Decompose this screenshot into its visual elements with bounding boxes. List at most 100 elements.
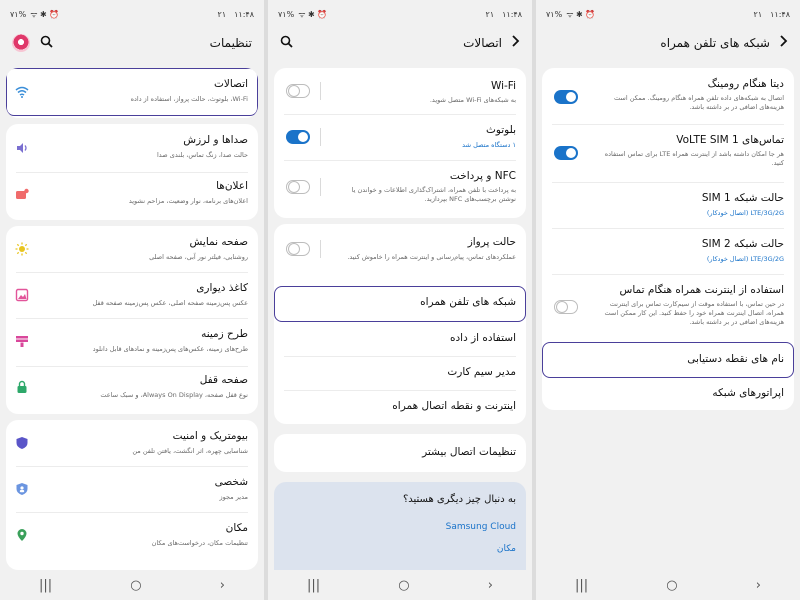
item-subtitle: در حین تماس، با استفاده موقت از سیم‌کارت… [604, 300, 784, 326]
status-bar: ۷۱% ᯤ ✱ ⏰ ۲۱ ۱۱:۴۸ [536, 0, 800, 28]
recents-button[interactable]: ||| [575, 578, 588, 593]
item-subtitle: هر جا امکان داشته باشد از اینترنت همراه … [604, 150, 784, 167]
back-arrow-icon[interactable] [510, 35, 520, 51]
samsung-cloud-link[interactable]: Samsung Cloud [446, 522, 516, 532]
wallpaper-icon [14, 287, 30, 303]
nfc-item[interactable]: NFC و پرداخت به پرداخت با تلفن همراه، اش… [274, 160, 526, 218]
privacy-icon [14, 481, 30, 497]
brightness-icon [14, 241, 30, 257]
location-link[interactable]: مکان [497, 544, 516, 554]
item-subtitle: اتصال به شبکه‌های داده تلفن همراه هنگام … [614, 94, 784, 111]
data-roaming-item[interactable]: دیتا هنگام رومینگ اتصال به شبکه‌های داده… [542, 68, 794, 124]
more-card: تنظیمات اتصال بیشتر [274, 434, 526, 472]
status-time: ۱۱:۴۸ [770, 9, 790, 19]
status-bar: ۷۱% ᯤ ✱ ⏰ ۲۱ ۱۱:۴۸ [0, 0, 264, 28]
avatar[interactable] [12, 34, 30, 52]
back-button[interactable]: › [220, 578, 225, 593]
page-title: تنظیمات [209, 36, 252, 50]
status-time: ۱۱:۴۸ [502, 9, 522, 19]
status-icons: ᯤ ✱ ⏰ [566, 9, 596, 19]
sim2-network-mode-item[interactable]: حالت شبکه SIM 2 LTE/3G/2G (اتصال خودکار) [542, 228, 794, 274]
item-subtitle: عملکردهای تماس، پیام‌رسانی و اینترنت همر… [347, 253, 516, 261]
wifi-icon [14, 84, 30, 100]
battery-level: ۷۱% [546, 9, 563, 19]
roaming-toggle[interactable] [554, 90, 578, 104]
more-settings-item[interactable]: تنظیمات اتصال بیشتر [274, 434, 526, 472]
item-subtitle: نوع قفل صفحه، Always On Display، و سبک س… [100, 391, 248, 399]
status-bar: ۷۱% ᯤ ✱ ⏰ ۲۱ ۱۱:۴۸ [268, 0, 532, 28]
item-title: استفاده از داده [449, 332, 516, 344]
item-subtitle: ۱ دستگاه متصل شد [462, 141, 516, 149]
settings-item-connections[interactable]: اتصالات Wi-Fi، بلوتوث، حالت پرواز، استفا… [6, 68, 258, 116]
nfc-toggle[interactable] [286, 180, 310, 194]
three-screens: ۷۱% ᯤ ✱ ⏰ ۲۱ ۱۱:۴۸ تنظیمات اتصالات Wi-Fi… [0, 0, 800, 600]
status-time: ۱۱:۴۸ [234, 9, 254, 19]
search-icon[interactable] [40, 35, 53, 52]
item-subtitle: به پرداخت با تلفن همراه، اشتراک‌گذاری اط… [351, 186, 516, 203]
airplane-item[interactable]: حالت پرواز عملکردهای تماس، پیام‌رسانی و … [274, 224, 526, 274]
data-during-calls-toggle[interactable] [554, 300, 578, 314]
back-arrow-icon[interactable] [778, 35, 788, 51]
item-title: مکان [225, 522, 248, 534]
home-button[interactable]: ○ [666, 578, 677, 593]
connections-card: اتصالات Wi-Fi، بلوتوث، حالت پرواز، استفا… [6, 68, 258, 118]
battery-level: ۷۱% [278, 9, 295, 19]
item-subtitle: طرح‌های زمینه، عکس‌های پس‌زمینه و نمادها… [92, 345, 248, 353]
recents-button[interactable]: ||| [307, 578, 320, 593]
item-title: NFC و پرداخت [449, 170, 516, 182]
settings-item-location[interactable]: مکان تنظیمات مکان، درخواست‌های مکان [6, 512, 258, 560]
item-title: کاغذ دیواری [196, 282, 248, 294]
page-title: اتصالات [463, 36, 502, 50]
status-icons: ᯤ ✱ ⏰ [30, 9, 60, 19]
status-icons: ᯤ ✱ ⏰ [298, 9, 328, 19]
item-title: شخصی [214, 476, 248, 488]
mobile-networks-card: دیتا هنگام رومینگ اتصال به شبکه‌های داده… [542, 68, 794, 410]
wifi-toggle[interactable] [286, 84, 310, 98]
volte-item[interactable]: تماس‌های VoLTE SIM 1 هر جا امکان داشته ب… [542, 124, 794, 182]
airplane-toggle[interactable] [286, 242, 310, 256]
item-subtitle: روشنایی، فیلتر نور آبی، صفحه اصلی [149, 253, 248, 261]
data-usage-item[interactable]: استفاده از داده [274, 322, 526, 356]
item-title: بلوتوث [485, 124, 516, 136]
sim-manager-item[interactable]: مدیر سیم کارت [274, 356, 526, 390]
location-icon [14, 527, 30, 543]
settings-item-lockscreen[interactable]: صفحه قفل نوع قفل صفحه، Always On Display… [6, 366, 258, 414]
back-button[interactable]: › [756, 578, 761, 593]
settings-item-sounds[interactable]: صداها و لرزش حالت صدا، زنگ تماس، بلندی ص… [6, 124, 258, 172]
item-title: حالت پرواز [467, 236, 516, 248]
item-title: استفاده از اینترنت همراه هنگام تماس [619, 284, 784, 296]
settings-item-display[interactable]: صفحه نمایش روشنایی، فیلتر نور آبی، صفحه … [6, 226, 258, 272]
settings-item-biometrics[interactable]: بیومتریک و امنیت شناسایی چهره، اثر انگشت… [6, 420, 258, 466]
network-operators-item[interactable]: اپراتورهای شبکه [542, 378, 794, 410]
hotspot-item[interactable]: اینترنت و نقطه اتصال همراه [274, 390, 526, 424]
lock-icon [14, 379, 30, 395]
sound-icon [14, 140, 30, 156]
item-subtitle: مدیر مجوز [219, 493, 248, 501]
theme-icon [14, 333, 30, 349]
item-title: صفحه قفل [199, 374, 248, 386]
display-card: صفحه نمایش روشنایی، فیلتر نور آبی، صفحه … [6, 226, 258, 414]
bluetooth-toggle[interactable] [286, 130, 310, 144]
recents-button[interactable]: ||| [39, 578, 52, 593]
search-icon[interactable] [280, 35, 293, 52]
item-title: بیومتریک و امنیت [172, 430, 248, 442]
volte-toggle[interactable] [554, 146, 578, 160]
back-button[interactable]: › [488, 578, 493, 593]
settings-item-privacy[interactable]: شخصی مدیر مجوز [6, 466, 258, 512]
home-button[interactable]: ○ [398, 578, 409, 593]
mobile-networks-item[interactable]: شبکه های تلفن همراه [274, 286, 526, 322]
navigation-bar: ||| ○ › [268, 570, 532, 600]
wifi-item[interactable]: Wi-Fi به شبکه‌های Wi-Fi متصل شوید. [274, 68, 526, 114]
item-title: دیتا هنگام رومینگ [707, 78, 784, 90]
bluetooth-item[interactable]: بلوتوث ۱ دستگاه متصل شد [274, 114, 526, 160]
mobile-networks-screen: ۷۱% ᯤ ✱ ⏰ ۲۱ ۱۱:۴۸ شبکه های تلفن همراه د… [536, 0, 800, 600]
item-subtitle: LTE/3G/2G (اتصال خودکار) [706, 255, 784, 263]
sound-notifications-card: صداها و لرزش حالت صدا، زنگ تماس، بلندی ص… [6, 124, 258, 220]
sim1-network-mode-item[interactable]: حالت شبکه SIM 1 LTE/3G/2G (اتصال خودکار) [542, 182, 794, 228]
data-during-calls-item[interactable]: استفاده از اینترنت همراه هنگام تماس در ح… [542, 274, 794, 338]
settings-item-themes[interactable]: طرح زمینه طرح‌های زمینه، عکس‌های پس‌زمین… [6, 318, 258, 366]
access-point-names-item[interactable]: نام های نقطه دستیابی [542, 342, 794, 378]
settings-item-notifications[interactable]: اعلان‌ها اعلان‌های برنامه، نوار وضعیت، م… [6, 172, 258, 220]
settings-item-wallpaper[interactable]: کاغذ دیواری عکس پس‌زمینه صفحه اصلی، عکس … [6, 272, 258, 318]
home-button[interactable]: ○ [130, 578, 141, 593]
